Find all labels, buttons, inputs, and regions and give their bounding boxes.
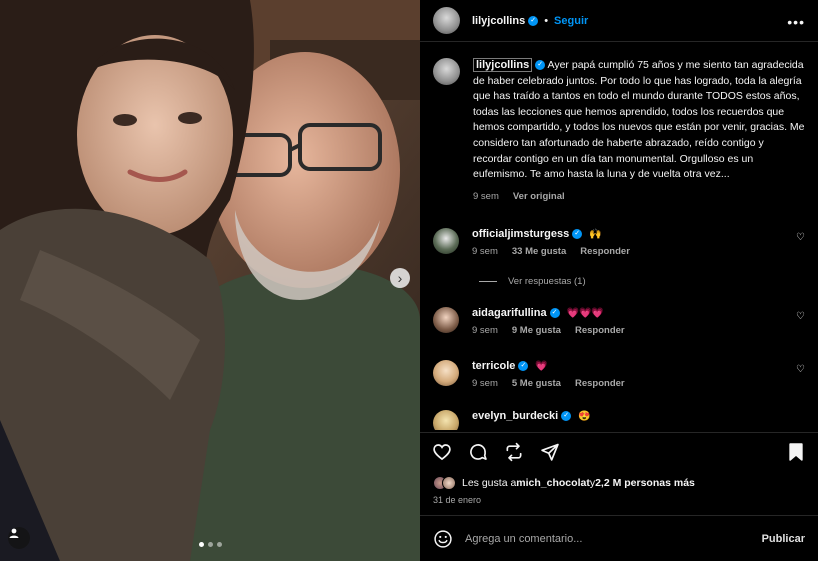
- comment-likes[interactable]: 33 Me gusta: [512, 246, 566, 257]
- avatar[interactable]: [433, 360, 459, 386]
- post-side-panel: lilyjcollins ✓ • Seguir ••• lilyjcollins…: [420, 0, 818, 561]
- like-comment-heart-icon[interactable]: ♡: [796, 364, 805, 375]
- comment-bubble-icon[interactable]: [468, 442, 488, 462]
- comment-item: officialjimsturgess ✓ 🙌 9 sem 33 Me gusta…: [433, 228, 805, 257]
- likes-summary[interactable]: Les gusta a mich_chocolat y 2,2 M person…: [433, 476, 695, 490]
- comment-text: 🙌: [589, 229, 602, 240]
- comment-meta: 9 sem 33 Me gusta Responder: [472, 246, 782, 257]
- comment-time[interactable]: 9 sem: [472, 378, 498, 389]
- caption-time[interactable]: 9 sem: [473, 189, 499, 205]
- like-comment-heart-icon[interactable]: ♡: [796, 232, 805, 243]
- reply-button[interactable]: Responder: [575, 378, 625, 389]
- comment-time[interactable]: 9 sem: [472, 246, 498, 257]
- avatar[interactable]: [433, 307, 459, 333]
- liker-username[interactable]: mich_chocolat: [516, 477, 590, 489]
- caption-meta: 9 sem Ver original: [473, 189, 805, 205]
- repost-icon[interactable]: [504, 442, 524, 462]
- comment-meta: 9 sem 5 Me gusta Responder: [472, 378, 782, 389]
- reply-button[interactable]: Responder: [580, 246, 630, 257]
- user-icon: [9, 528, 19, 538]
- comment-likes[interactable]: 9 Me gusta: [512, 325, 561, 336]
- comment-username[interactable]: aidagarifullina: [472, 307, 547, 319]
- next-photo-button[interactable]: ›: [390, 268, 410, 288]
- verified-badge-icon: ✓: [528, 15, 539, 26]
- author-username[interactable]: lilyjcollins: [472, 15, 525, 27]
- actions-divider: [420, 432, 818, 433]
- verified-badge-icon: ✓: [572, 229, 583, 240]
- post-photo: ›: [0, 0, 420, 561]
- comment-time[interactable]: 9 sem: [472, 325, 498, 336]
- post-header: lilyjcollins ✓ • Seguir •••: [420, 0, 818, 42]
- comment-text: 💗: [535, 361, 548, 372]
- avatar[interactable]: [433, 7, 460, 34]
- carousel-indicator: [199, 542, 222, 547]
- verified-badge-icon: ✓: [561, 411, 572, 422]
- photo-illustration: [0, 0, 420, 561]
- comment-username[interactable]: evelyn_burdecki: [472, 410, 558, 422]
- emoji-icon[interactable]: [433, 529, 453, 549]
- verified-badge-icon: ✓: [549, 308, 560, 319]
- like-heart-icon[interactable]: [432, 442, 452, 462]
- view-replies-label: Ver respuestas (1): [508, 276, 586, 287]
- likes-prefix: Les gusta a: [462, 477, 517, 489]
- share-send-icon[interactable]: [540, 442, 560, 462]
- post-date[interactable]: 31 de enero: [433, 495, 481, 505]
- avatar[interactable]: [433, 410, 459, 430]
- follow-button[interactable]: Seguir: [554, 15, 588, 27]
- comment-input[interactable]: [465, 532, 762, 545]
- comment-meta: 9 sem 9 Me gusta Responder: [472, 325, 782, 336]
- view-original-link[interactable]: Ver original: [513, 189, 565, 205]
- comment-item: evelyn_burdecki ✓ 😍: [433, 410, 805, 430]
- comment-text: 💗💗💗: [566, 308, 604, 319]
- avatar[interactable]: [433, 58, 460, 85]
- tagged-people-button[interactable]: [8, 527, 30, 549]
- more-options-icon[interactable]: •••: [787, 14, 805, 30]
- comment-username[interactable]: officialjimsturgess: [472, 228, 569, 240]
- post-actions: [432, 442, 560, 462]
- separator: •: [544, 14, 549, 27]
- carousel-dot: [217, 542, 222, 547]
- verified-badge-icon: ✓: [535, 60, 546, 71]
- likes-count[interactable]: 2,2 M personas más: [595, 477, 695, 489]
- avatar[interactable]: [433, 228, 459, 254]
- view-replies-button[interactable]: Ver respuestas (1): [479, 276, 586, 287]
- comment-text: 😍: [578, 411, 591, 422]
- carousel-dot: [208, 542, 213, 547]
- comment-item: aidagarifullina ✓ 💗💗💗 9 sem 9 Me gusta Re…: [433, 307, 805, 336]
- publish-button[interactable]: Publicar: [762, 533, 805, 545]
- verified-badge-icon: ✓: [518, 361, 529, 372]
- comment-composer: Publicar: [420, 515, 818, 561]
- post-caption: lilyjcollins ✓ Ayer papá cumplió 75 años …: [433, 58, 805, 204]
- avatar: [442, 476, 456, 490]
- replies-divider: [479, 281, 497, 282]
- save-bookmark-icon[interactable]: [786, 442, 806, 462]
- caption-text: Ayer papá cumplió 75 años y me siento ta…: [473, 59, 805, 181]
- likers-avatars: [433, 476, 456, 490]
- comment-likes[interactable]: 5 Me gusta: [512, 378, 561, 389]
- reply-button[interactable]: Responder: [575, 325, 625, 336]
- carousel-dot: [199, 542, 204, 547]
- caption-username[interactable]: lilyjcollins: [473, 58, 533, 72]
- comment-username[interactable]: terricole: [472, 360, 515, 372]
- comment-item: terricole ✓ 💗 9 sem 5 Me gusta Responder …: [433, 360, 805, 389]
- like-comment-heart-icon[interactable]: ♡: [796, 311, 805, 322]
